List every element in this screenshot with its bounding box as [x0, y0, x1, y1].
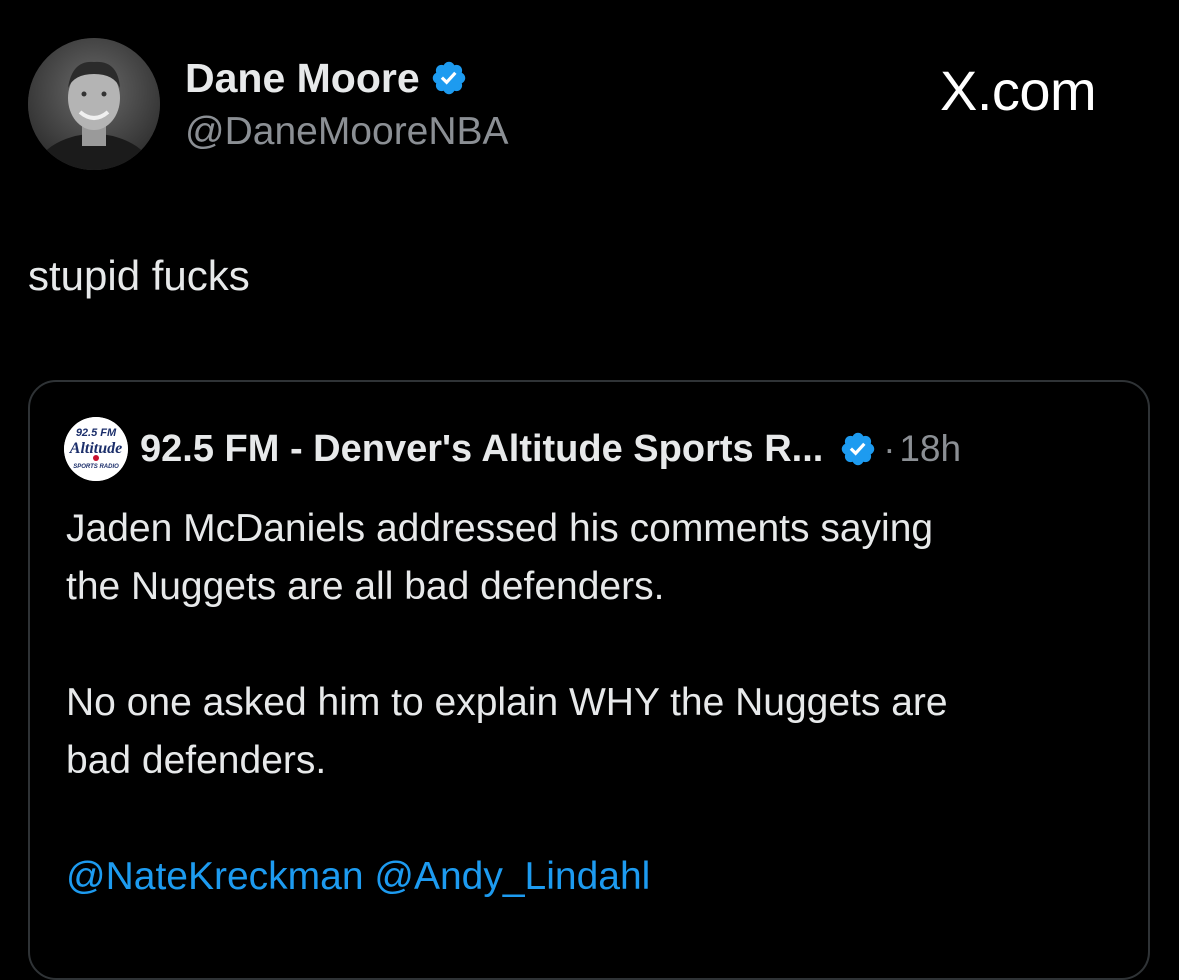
- logo-line2: Altitude: [69, 440, 122, 457]
- quoted-tweet-body: Jaden McDaniels addressed his comments s…: [66, 500, 1126, 906]
- site-logo: X.com: [940, 59, 1097, 122]
- author-name-row[interactable]: Dane Moore: [185, 55, 468, 102]
- quoted-author-name[interactable]: 92.5 FM - Denver's Altitude Sports R...: [140, 428, 823, 471]
- quoted-body-line: No one asked him to explain WHY the Nugg…: [66, 681, 948, 724]
- quoted-tweet-header: 92.5 FM Altitude SPORTS RADIO 92.5 FM - …: [64, 417, 961, 481]
- author-name[interactable]: Dane Moore: [185, 55, 420, 102]
- mention-link[interactable]: @NateKreckman: [66, 855, 364, 898]
- verified-badge-icon: [432, 61, 465, 95]
- mention-link[interactable]: @Andy_Lindahl: [374, 855, 650, 898]
- verified-badge-icon: [842, 432, 875, 466]
- author-handle[interactable]: @DaneMooreNBA: [185, 110, 509, 154]
- quoted-body-line: bad defenders.: [66, 739, 327, 782]
- author-avatar[interactable]: [28, 38, 160, 170]
- tweet-text: stupid fucks: [28, 252, 250, 299]
- time-separator: ·: [883, 428, 896, 469]
- radio-station-logo-icon: 92.5 FM Altitude SPORTS RADIO: [64, 417, 128, 481]
- quoted-author-avatar[interactable]: 92.5 FM Altitude SPORTS RADIO: [64, 417, 128, 481]
- logo-line1: 92.5 FM: [76, 427, 117, 439]
- mentions-line: @NateKreckman @Andy_Lindahl: [66, 848, 1126, 906]
- quoted-body-line: Jaden McDaniels addressed his comments s…: [66, 507, 934, 550]
- quoted-tweet-time[interactable]: 18h: [899, 428, 961, 470]
- profile-photo-icon: [28, 38, 160, 170]
- logo-line3: SPORTS RADIO: [73, 464, 119, 470]
- quoted-body-line: the Nuggets are all bad defenders.: [66, 565, 665, 608]
